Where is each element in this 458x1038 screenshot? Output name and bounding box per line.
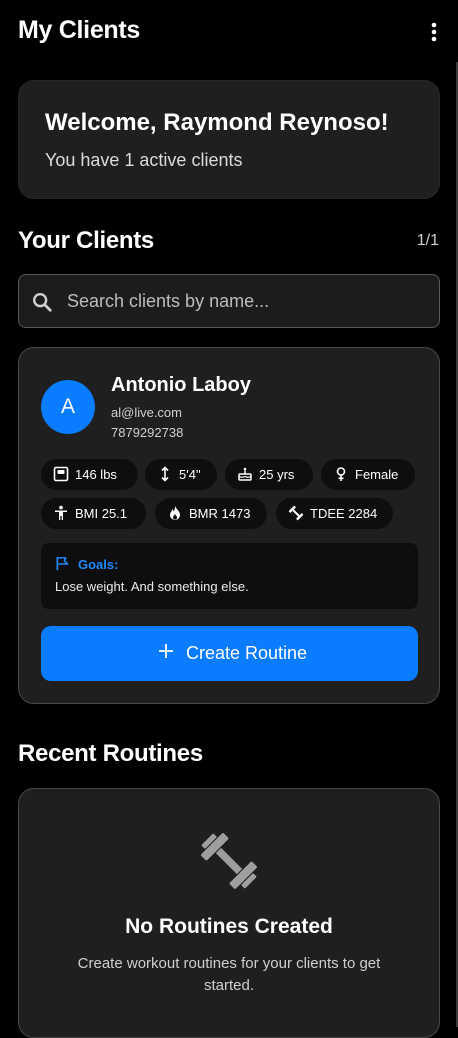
create-routine-button[interactable]: Create Routine xyxy=(41,626,418,681)
height-icon xyxy=(161,466,169,482)
page-title: My Clients xyxy=(18,16,141,44)
active-clients-text: You have 1 active clients xyxy=(45,150,243,170)
scale-icon xyxy=(53,466,69,482)
weight-chip: 146 lbs xyxy=(41,459,138,490)
dumbbell-icon xyxy=(288,505,304,521)
clients-count: 1/1 xyxy=(416,232,439,249)
bmr-label: BMR 1473 xyxy=(189,506,251,521)
goals-text: Lose weight. And something else. xyxy=(55,579,249,594)
dumbbell-icon xyxy=(201,833,257,889)
bmi-chip: BMI 25.1 xyxy=(41,498,146,529)
create-routine-label[interactable]: Create Routine xyxy=(186,643,307,664)
welcome-card: Welcome, Raymond Reynoso! You have 1 act… xyxy=(18,80,440,199)
search-input[interactable]: Search clients by name... xyxy=(18,274,440,328)
gender-chip: Female xyxy=(321,459,415,490)
height-chip: 5'4" xyxy=(145,459,217,490)
bmr-chip: BMR 1473 xyxy=(155,498,267,529)
weight-label: 146 lbs xyxy=(75,467,117,482)
plus-icon xyxy=(159,644,173,658)
goals-label: Goals: xyxy=(78,557,119,572)
flame-icon xyxy=(170,506,180,520)
search-placeholder[interactable]: Search clients by name... xyxy=(67,291,269,312)
cake-icon xyxy=(238,467,252,481)
age-chip: 25 yrs xyxy=(225,459,313,490)
tdee-label: TDEE 2284 xyxy=(310,506,378,521)
bmi-label: BMI 25.1 xyxy=(75,506,128,521)
person-icon xyxy=(55,505,67,520)
height-label: 5'4" xyxy=(179,467,201,482)
client-name: Antonio Laboy xyxy=(111,374,251,396)
female-icon xyxy=(336,467,346,481)
empty-routines-card: No Routines Created Create workout routi… xyxy=(18,788,440,1038)
gender-label: Female xyxy=(355,467,399,482)
client-card[interactable]: A Antonio Laboy al@live.com 7879292738 1… xyxy=(18,347,440,704)
more-vert-icon[interactable] xyxy=(422,20,446,44)
empty-title: No Routines Created xyxy=(125,915,333,938)
client-phone: 7879292738 xyxy=(111,425,184,440)
goals-header: Goals: xyxy=(55,556,119,572)
client-email: al@live.com xyxy=(111,405,182,420)
flag-icon xyxy=(56,556,69,571)
welcome-heading: Welcome, Raymond Reynoso! xyxy=(45,109,389,136)
avatar: A xyxy=(41,380,95,434)
search-icon xyxy=(33,293,52,312)
app-bar: My Clients xyxy=(0,0,458,62)
clients-section-title: Your Clients xyxy=(18,227,154,254)
tdee-chip: TDEE 2284 xyxy=(276,498,393,529)
goals-box: Goals: Lose weight. And something else. xyxy=(41,543,418,609)
age-label: 25 yrs xyxy=(259,467,295,482)
empty-description: Create workout routines for your clients… xyxy=(77,955,381,994)
routines-section-title: Recent Routines xyxy=(18,740,203,767)
